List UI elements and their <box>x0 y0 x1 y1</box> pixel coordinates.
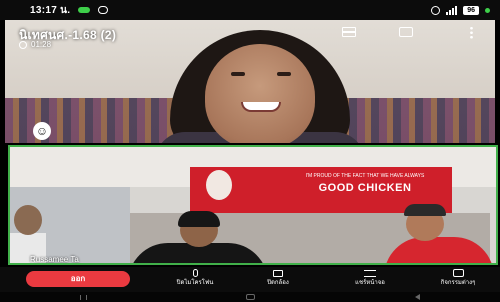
banner-small-text: I'M PROUD OF THE FACT THAT WE HAVE ALWAY… <box>305 173 425 179</box>
banner-headline: GOOD CHICKEN <box>318 182 412 194</box>
microphone-icon <box>192 269 198 277</box>
status-bar: 13:17 น. 96 <box>0 0 500 20</box>
remote-participant-eye <box>277 72 291 76</box>
switch-camera-icon <box>399 27 413 37</box>
remote-participant-face <box>205 44 315 143</box>
reactions-icon <box>452 269 464 277</box>
activities-label: กิจกรรมต่างๆ <box>440 280 476 286</box>
call-control-bar: ออก ปิดไมโครโฟน ปิดกล้อง แชร์หน้าจอ กิจก… <box>0 267 500 292</box>
clock-icon <box>19 40 27 49</box>
home-icon[interactable] <box>246 294 256 300</box>
person-right <box>384 204 494 263</box>
camera-off-label: ปิดกล้อง <box>267 280 289 286</box>
activities-button[interactable]: กิจกรรมต่างๆ <box>428 269 488 291</box>
mute-mic-button[interactable]: ปิดไมโครโฟน <box>165 269 225 291</box>
call-duration: 01:28 <box>31 40 52 49</box>
mute-mic-label: ปิดไมโครโฟน <box>176 280 214 286</box>
more-options-button[interactable] <box>460 25 482 39</box>
call-timer: 01:28 <box>19 40 51 49</box>
system-nav-bar <box>0 292 500 302</box>
video-camera-icon <box>273 270 283 277</box>
reaction-emoji-button[interactable]: ☺ <box>33 122 51 140</box>
switch-camera-button[interactable] <box>395 25 417 39</box>
remote-participant-video[interactable]: นิเทศนศ.-1.68 (2) 01:28 ☺ <box>5 20 495 143</box>
back-icon[interactable] <box>415 294 421 300</box>
remote-participant-smile <box>241 102 281 112</box>
signal-strength-icon <box>446 5 458 15</box>
status-time: 13:17 น. <box>30 4 71 16</box>
leave-call-button[interactable]: ออก <box>26 271 130 287</box>
layout-icon <box>342 27 356 37</box>
message-notification-icon <box>98 6 109 14</box>
recording-dot-icon <box>485 7 490 13</box>
banner-logo-portrait <box>206 170 232 200</box>
local-participant-name: Russamee Ta <box>30 255 79 264</box>
alarm-icon <box>431 5 441 15</box>
more-vertical-icon <box>469 25 473 39</box>
ongoing-call-indicator-icon <box>78 7 91 13</box>
remote-participant-eye <box>231 72 245 76</box>
battery-level: 96 <box>463 5 479 15</box>
local-participant-video[interactable]: I'M PROUD OF THE FACT THAT WE HAVE ALWAY… <box>8 145 498 265</box>
status-right-group: 96 <box>431 5 490 15</box>
recents-icon[interactable] <box>79 294 87 300</box>
layout-button[interactable] <box>338 25 360 39</box>
camera-off-button[interactable]: ปิดกล้อง <box>248 269 308 291</box>
share-screen-label: แชร์หน้าจอ <box>355 280 385 286</box>
screen-share-icon <box>364 270 376 277</box>
share-screen-button[interactable]: แชร์หน้าจอ <box>340 269 400 291</box>
person-center <box>128 211 268 263</box>
